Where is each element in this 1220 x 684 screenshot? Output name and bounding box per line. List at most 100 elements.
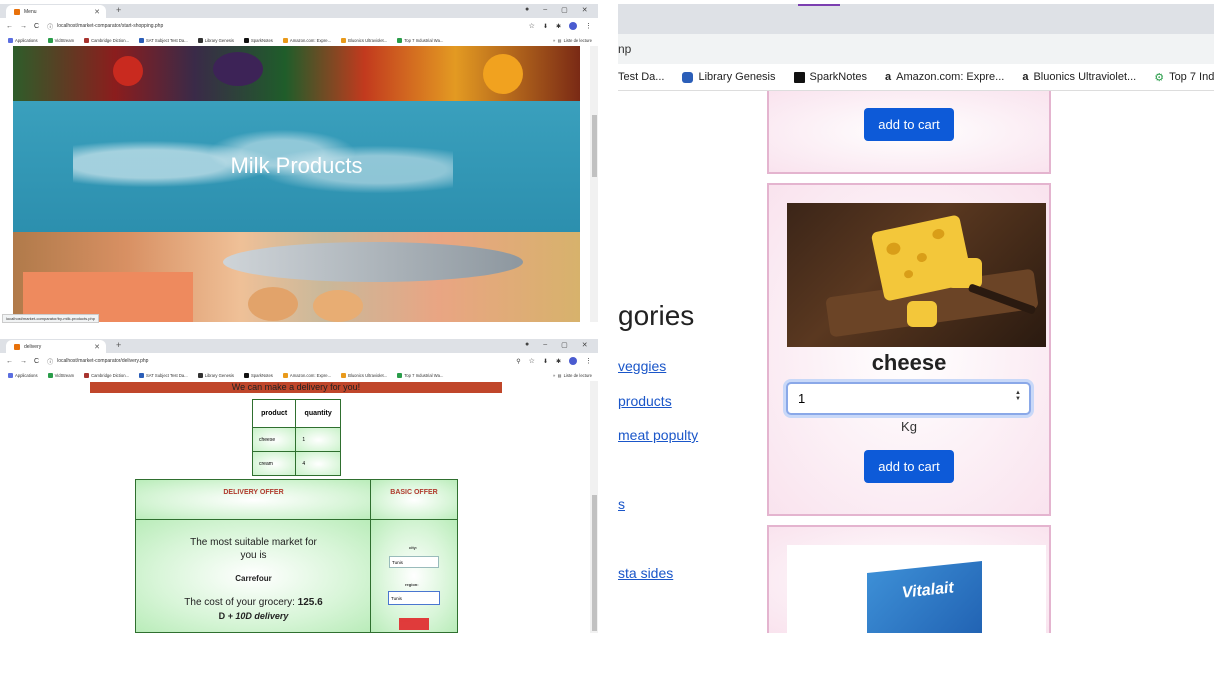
menu-icon[interactable]: ⋮: [585, 357, 592, 365]
star-icon[interactable]: ☆: [529, 22, 535, 30]
tab-title: delivery: [24, 343, 42, 350]
top-scrollbar-thumb[interactable]: [592, 115, 597, 177]
category-link-snacks[interactable]: s: [618, 496, 625, 512]
address-bar[interactable]: ← → C ⓘ localhost/market-comparator/star…: [0, 19, 598, 33]
categories-title: gories: [618, 300, 695, 331]
reading-list[interactable]: » ▤ Liste de lecture: [553, 373, 592, 378]
city-input[interactable]: Tunis: [389, 556, 439, 568]
table-cell-quantity: 4: [295, 451, 341, 476]
back-icon[interactable]: ←: [6, 23, 13, 30]
add-to-cart-button[interactable]: add to cart: [864, 450, 954, 483]
basic-offer-body: [370, 519, 458, 633]
url-text[interactable]: localhost/market-comparator/start-shoppi…: [57, 23, 163, 29]
amazon-icon: a: [885, 71, 892, 83]
bookmark-item[interactable]: Cambridge Diction...: [84, 37, 129, 43]
bookmark-item[interactable]: SAT Subject Test Da...: [139, 37, 188, 43]
quantity-value[interactable]: 1: [798, 391, 805, 406]
extension-icon[interactable]: ⬇: [543, 23, 548, 30]
zoom-icon[interactable]: ⚲: [516, 358, 520, 365]
egg-shape: [313, 290, 363, 322]
bookmark-item[interactable]: ⚙Top 7 Industri: [1154, 71, 1214, 84]
meat-fish-banner[interactable]: [13, 232, 580, 322]
account-icon[interactable]: ●: [525, 341, 529, 349]
category-link-veggies[interactable]: veggies: [618, 358, 666, 374]
suitable-line-1: The most suitable market for: [190, 537, 317, 548]
address-bar[interactable]: ← → C ⓘ localhost/market-comparator/deli…: [0, 354, 598, 368]
menu-icon[interactable]: ⋮: [585, 22, 592, 30]
egg-shape: [248, 287, 298, 321]
star-icon[interactable]: ☆: [529, 357, 535, 365]
maximize-icon[interactable]: ▢: [561, 6, 568, 14]
close-window-icon[interactable]: ✕: [582, 6, 588, 14]
right-address-bar[interactable]: np: [618, 34, 1214, 64]
milk-products-banner[interactable]: Milk Products: [13, 101, 580, 232]
bookmark-item[interactable]: a Amazon.com: Expre...: [885, 71, 1004, 83]
cost-prefix: The cost of your grocery:: [184, 597, 298, 608]
cheese-image: [787, 203, 1046, 347]
bookmark-item[interactable]: SparkNotes: [793, 71, 867, 83]
cost-unit: D: [218, 611, 226, 621]
bookmark-item[interactable]: Applications: [8, 37, 38, 43]
bookmark-item[interactable]: SparkNotes: [244, 372, 273, 378]
add-to-cart-button[interactable]: add to cart: [864, 108, 954, 141]
profile-icon[interactable]: [569, 357, 577, 365]
top-scrollbar[interactable]: [590, 46, 598, 322]
category-link-milk-products[interactable]: products: [618, 393, 672, 409]
close-window-icon[interactable]: ✕: [582, 341, 588, 349]
submit-button[interactable]: submit: [399, 618, 429, 630]
reload-icon[interactable]: C: [34, 358, 39, 365]
bookmark-item[interactable]: VidStream: [47, 372, 74, 378]
back-icon[interactable]: ←: [6, 358, 13, 365]
spinner-icon[interactable]: ▲ ▼: [1015, 390, 1021, 402]
extension-icon[interactable]: ⬇: [543, 358, 548, 365]
table-header-row: product quantity: [251, 399, 341, 428]
bookmark-item[interactable]: Bluonics Ultraviolet...: [341, 37, 387, 43]
bookmark-item[interactable]: Bluonics Ultraviolet...: [341, 372, 387, 378]
quantity-stepper[interactable]: 1 ▲ ▼: [786, 382, 1031, 415]
bookmarks-bar: Applications VidStream Cambridge Diction…: [0, 34, 598, 46]
bookmark-item[interactable]: VidStream: [47, 37, 74, 43]
reading-list[interactable]: » ▤ Liste de lecture: [553, 38, 592, 43]
delivery-fee: + 10D delivery: [227, 611, 289, 621]
bookmark-item[interactable]: Library Genesis: [197, 37, 234, 43]
delivery-fee-line: D + 10D delivery: [135, 611, 372, 621]
bookmark-item[interactable]: Library Genesis: [197, 372, 234, 378]
vegetables-banner[interactable]: [13, 46, 580, 102]
puzzle-icon[interactable]: ✱: [556, 23, 561, 30]
bookmark-item[interactable]: Applications: [8, 372, 38, 378]
account-icon[interactable]: ●: [525, 6, 529, 14]
minimize-icon[interactable]: –: [543, 6, 547, 14]
bookmark-item[interactable]: Cambridge Diction...: [84, 372, 129, 378]
bookmark-item[interactable]: SAT Subject Test Da...: [139, 372, 188, 378]
bookmark-item[interactable]: SparkNotes: [244, 37, 273, 43]
bookmark-item[interactable]: Amazon.com: Expre...: [282, 372, 331, 378]
new-tab-icon[interactable]: +: [116, 5, 121, 15]
close-tab-icon[interactable]: ✕: [94, 8, 100, 16]
new-tab-icon[interactable]: +: [116, 340, 121, 350]
minimize-icon[interactable]: –: [543, 341, 547, 349]
url-text[interactable]: localhost/market-comparator/delivery.php: [57, 358, 148, 364]
close-tab-icon[interactable]: ✕: [94, 343, 100, 351]
status-url: localhost/market-comparator/by-milk-prod…: [2, 314, 99, 323]
bottom-scrollbar-thumb[interactable]: [592, 495, 597, 631]
category-link-meat-poultry[interactable]: meat populty: [618, 427, 698, 443]
maximize-icon[interactable]: ▢: [561, 341, 568, 349]
table-row: cream 4: [251, 451, 341, 476]
puzzle-icon[interactable]: ✱: [556, 358, 561, 365]
region-input[interactable]: Tunis: [388, 591, 440, 605]
bookmark-item[interactable]: Top 7 Industrial Wa...: [397, 37, 443, 43]
url-fragment[interactable]: np: [618, 42, 631, 56]
reload-icon[interactable]: C: [34, 23, 39, 30]
forward-icon[interactable]: →: [20, 23, 27, 30]
category-link-pasta-sides[interactable]: sta sides: [618, 565, 673, 581]
bookmark-item[interactable]: Test Da...: [618, 71, 664, 83]
bookmark-item[interactable]: Amazon.com: Expre...: [282, 37, 331, 43]
bookmark-item[interactable]: Library Genesis: [682, 71, 776, 83]
forward-icon[interactable]: →: [20, 358, 27, 365]
tab-menu[interactable]: Menu ✕: [6, 5, 106, 18]
profile-icon[interactable]: [569, 22, 577, 30]
bookmark-item[interactable]: Top 7 Industrial Wa...: [397, 372, 443, 378]
right-window-tabstrip: [618, 4, 1214, 34]
bookmark-item[interactable]: a Bluonics Ultraviolet...: [1022, 71, 1136, 83]
tab-delivery[interactable]: delivery ✕: [6, 340, 106, 353]
